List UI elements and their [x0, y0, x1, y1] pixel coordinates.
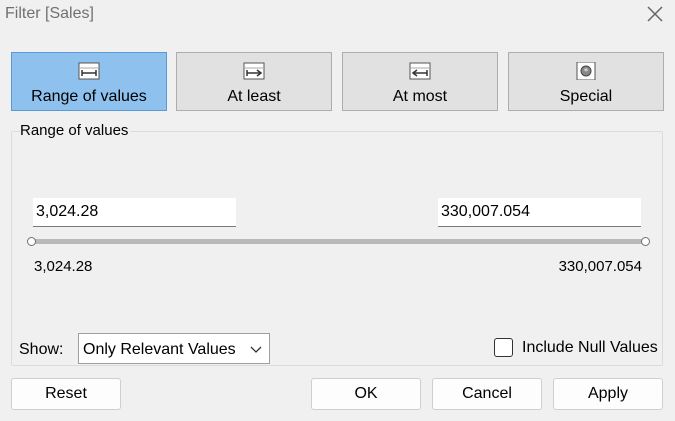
- ok-button[interactable]: OK: [311, 378, 421, 410]
- max-range-label: 330,007.054: [558, 258, 642, 275]
- apply-button[interactable]: Apply: [553, 378, 663, 410]
- window-title: Filter [Sales]: [5, 5, 94, 22]
- include-null-checkbox[interactable]: [494, 338, 513, 357]
- range-of-values-label: Range of values: [31, 88, 147, 105]
- range-group-title: Range of values: [20, 122, 131, 139]
- include-null-label[interactable]: Include Null Values: [522, 339, 658, 357]
- special-icon: *: [576, 62, 596, 80]
- close-button[interactable]: [644, 3, 666, 25]
- max-slider-handle[interactable]: [641, 237, 650, 246]
- at-most-label: At most: [392, 88, 448, 105]
- at-least-button[interactable]: At least: [176, 52, 332, 111]
- reset-button[interactable]: Reset: [11, 378, 121, 410]
- min-slider-handle[interactable]: [27, 237, 36, 246]
- show-label: Show:: [19, 341, 64, 358]
- show-values-selected: Only Relevant Values: [83, 341, 236, 358]
- special-button[interactable]: * Special: [508, 52, 664, 111]
- svg-text:*: *: [584, 67, 588, 76]
- range-of-values-button[interactable]: Range of values: [11, 52, 167, 111]
- cancel-button[interactable]: Cancel: [432, 378, 542, 410]
- range-slider-track[interactable]: [32, 239, 645, 244]
- title-bar: Filter [Sales]: [0, 0, 675, 30]
- at-least-icon: [243, 62, 265, 80]
- min-value-input[interactable]: [33, 198, 236, 227]
- special-label: Special: [559, 88, 613, 105]
- show-values-dropdown[interactable]: Only Relevant Values: [78, 333, 270, 364]
- chevron-down-icon: [250, 346, 262, 353]
- range-group: [11, 131, 663, 366]
- range-icon: [78, 62, 100, 80]
- at-most-button[interactable]: At most: [342, 52, 498, 111]
- at-least-label: At least: [227, 88, 281, 105]
- max-value-input[interactable]: [438, 198, 641, 227]
- close-icon: [647, 6, 663, 22]
- min-range-label: 3,024.28: [34, 258, 93, 275]
- at-most-icon: [409, 62, 431, 80]
